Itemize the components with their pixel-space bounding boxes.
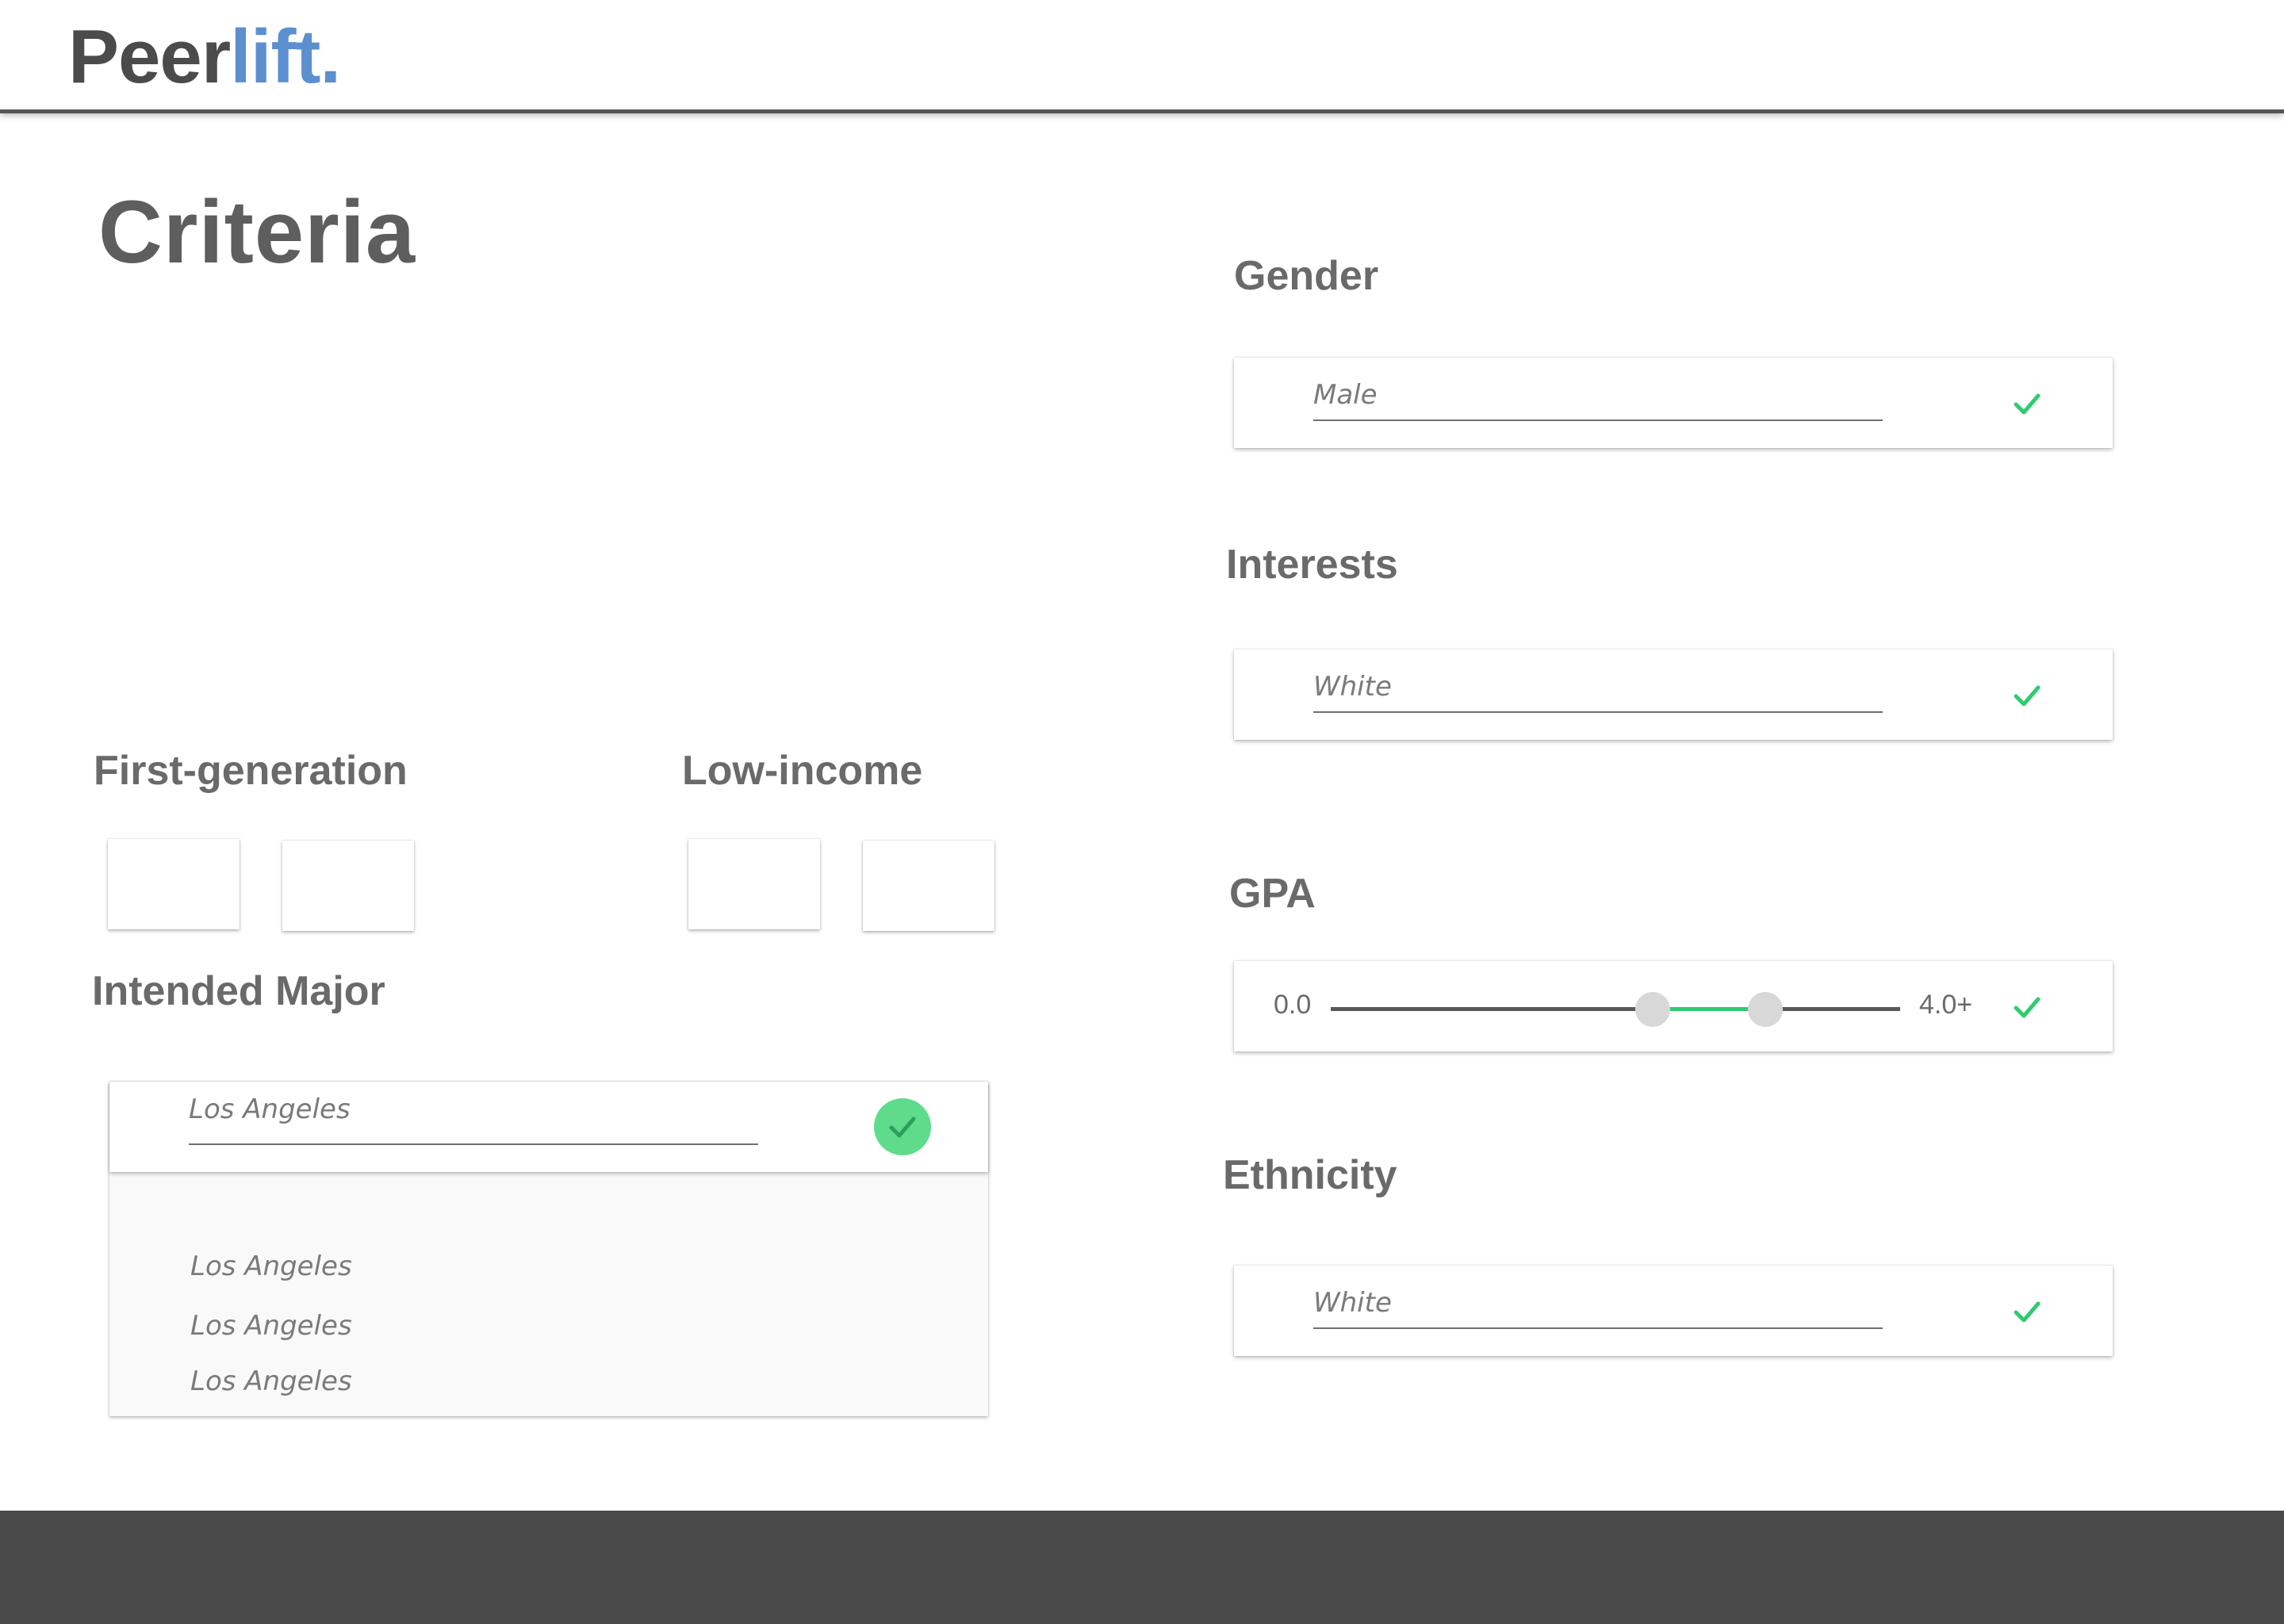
interests-input-value[interactable]: White [1313,670,1392,703]
first-generation-option-1[interactable] [108,839,240,929]
gender-input-underline [1313,419,1883,421]
gpa-slider-track[interactable] [1331,1007,1900,1011]
ethnicity-field[interactable]: White [1234,1266,2113,1356]
check-icon [2011,680,2043,711]
check-icon [2011,388,2043,419]
footer-bar [0,1511,2284,1624]
gpa-label: GPA [1229,871,1316,917]
interests-field[interactable]: White [1234,649,2113,740]
gender-input-value[interactable]: Male [1313,378,1378,412]
suggestion-item[interactable]: Los Angeles [190,1250,352,1283]
low-income-label: Low-income [682,748,923,794]
gpa-range-field[interactable]: 0.0 4.0+ [1234,961,2113,1051]
top-bar [0,0,2284,113]
gpa-slider-max-handle[interactable] [1748,992,1783,1027]
check-icon [2011,991,2043,1023]
suggestion-item[interactable]: Los Angeles [190,1309,352,1342]
intended-major-input-value[interactable]: Los Angeles [189,1093,351,1126]
page-title: Criteria [98,182,416,282]
interests-label: Interests [1226,542,1398,588]
ethnicity-label: Ethnicity [1223,1152,1397,1198]
gpa-min-label: 0.0 [1274,990,1312,1020]
ethnicity-input-underline [1313,1327,1883,1329]
peerlift-logo[interactable]: Peerlift. [68,10,341,105]
ethnicity-input-value[interactable]: White [1313,1286,1392,1320]
intended-major-input-underline [189,1143,758,1145]
interests-input-underline [1313,711,1883,713]
first-generation-label: First-generation [94,748,408,794]
check-circle-icon [874,1098,931,1155]
intended-major-label: Intended Major [92,968,385,1014]
suggestion-item[interactable]: Los Angeles [190,1365,352,1398]
logo-text-lift: lift. [230,14,341,99]
logo-text-peer: Peer [68,14,231,99]
gender-field[interactable]: Male [1234,358,2113,448]
gpa-slider-min-handle[interactable] [1635,992,1670,1027]
low-income-option-1[interactable] [688,839,820,929]
intended-major-field[interactable]: Los Angeles [109,1082,988,1172]
first-generation-option-2[interactable] [282,841,414,931]
low-income-option-2[interactable] [863,841,994,931]
gpa-max-label: 4.0+ [1919,990,1973,1020]
gender-label: Gender [1234,253,1379,299]
check-icon [2011,1296,2043,1327]
